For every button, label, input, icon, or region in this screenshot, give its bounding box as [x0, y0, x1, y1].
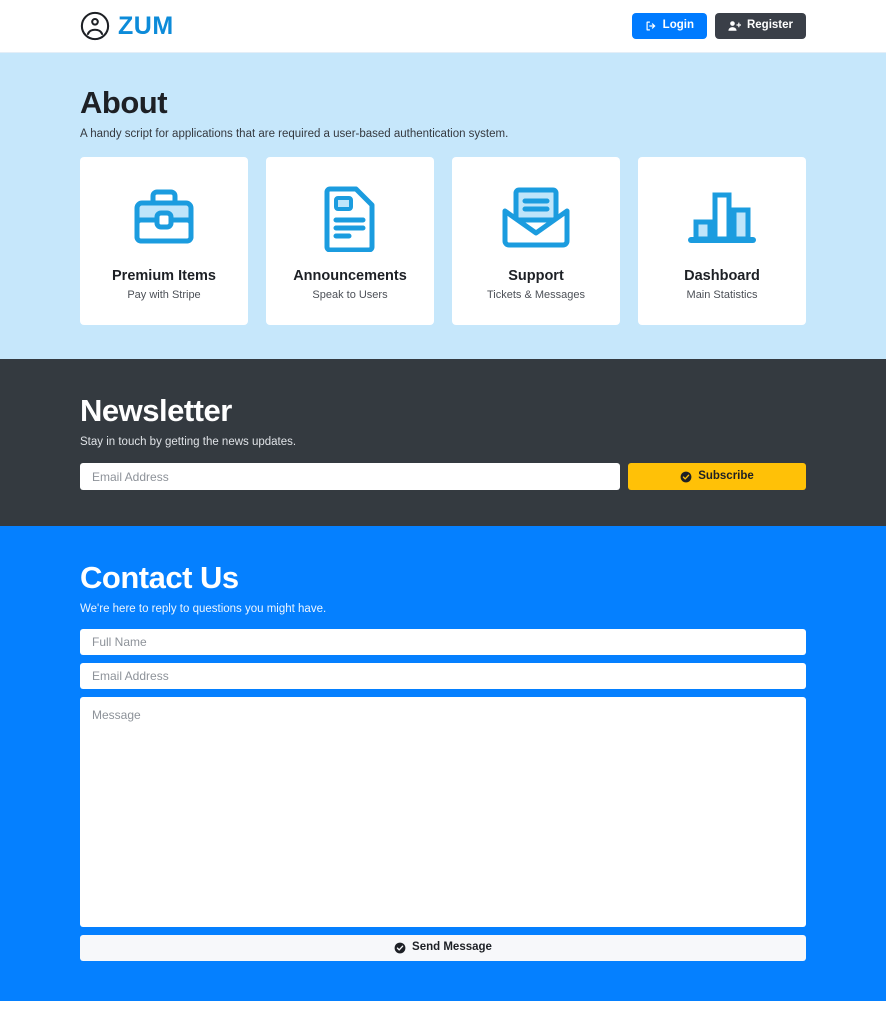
card-premium-items[interactable]: Premium Items Pay with Stripe [80, 157, 248, 325]
card-announcements[interactable]: Announcements Speak to Users [266, 157, 434, 325]
newsletter-section: Newsletter Stay in touch by getting the … [0, 359, 886, 526]
briefcase-icon [129, 182, 199, 254]
brand-logo[interactable]: ZUM [80, 11, 174, 41]
header-actions: Login Register [631, 13, 806, 39]
contact-title: Contact Us [80, 560, 239, 595]
bar-chart-icon [686, 182, 758, 254]
card-support[interactable]: Support Tickets & Messages [452, 157, 620, 325]
user-plus-icon [728, 20, 741, 32]
card-subtitle: Speak to Users [312, 288, 388, 301]
newsletter-form: Subscribe [80, 463, 806, 490]
register-button[interactable]: Register [714, 13, 806, 39]
newsletter-subtitle: Stay in touch by getting the news update… [80, 436, 297, 448]
newsletter-title: Newsletter [80, 393, 232, 428]
card-title: Dashboard [684, 267, 760, 284]
brand-text: ZUM [118, 11, 174, 40]
page-root: ZUM Login Register About A handy script … [0, 0, 886, 1024]
newsletter-email-input[interactable] [80, 463, 620, 490]
card-dashboard[interactable]: Dashboard Main Statistics [638, 157, 806, 325]
card-subtitle: Pay with Stripe [127, 288, 201, 301]
about-title: About [80, 85, 168, 120]
register-button-label: Register [746, 19, 793, 32]
user-circle-icon [80, 11, 110, 41]
contact-subtitle: We're here to reply to questions you mig… [80, 603, 327, 615]
card-title: Support [508, 267, 564, 284]
subscribe-button[interactable]: Subscribe [628, 463, 806, 490]
contact-email-input[interactable] [80, 663, 806, 689]
login-button-label: Login [662, 19, 694, 32]
contact-section: Contact Us We're here to reply to questi… [0, 526, 886, 1001]
subscribe-button-label: Subscribe [698, 469, 754, 482]
login-button[interactable]: Login [631, 13, 707, 39]
send-message-button-label: Send Message [412, 941, 492, 954]
site-footer: Copyright © 2023 All Rights Reserved. Pr… [0, 1001, 886, 1024]
about-section: About A handy script for applications th… [0, 53, 886, 359]
card-subtitle: Main Statistics [686, 288, 758, 301]
open-envelope-icon [499, 182, 573, 254]
check-circle-icon [394, 942, 406, 954]
message-textarea[interactable] [80, 697, 806, 927]
sign-in-icon [645, 20, 657, 32]
document-icon [320, 182, 380, 254]
contact-form: Send Message [80, 629, 806, 961]
check-circle-icon [680, 471, 692, 483]
card-title: Announcements [293, 267, 407, 284]
about-subtitle: A handy script for applications that are… [80, 128, 509, 140]
full-name-input[interactable] [80, 629, 806, 655]
card-subtitle: Tickets & Messages [486, 288, 585, 301]
site-header: ZUM Login Register [0, 0, 886, 53]
card-title: Premium Items [112, 267, 216, 284]
about-cards: Premium Items Pay with Stripe Announceme… [80, 157, 806, 325]
send-message-button[interactable]: Send Message [80, 935, 806, 961]
